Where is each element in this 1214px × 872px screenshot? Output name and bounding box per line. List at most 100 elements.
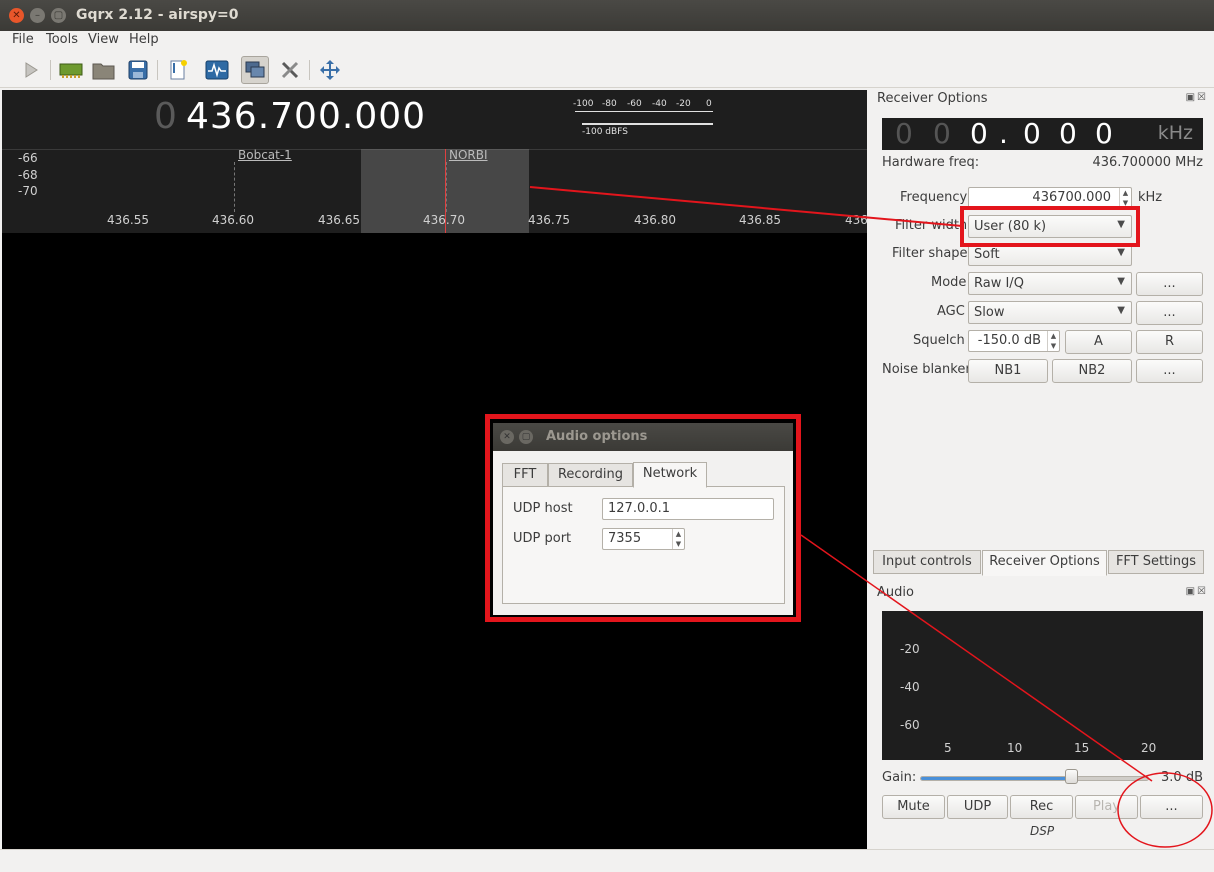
menu-view[interactable]: View (88, 32, 119, 47)
status-bar (0, 849, 1214, 872)
lcd-digit[interactable]: 0 (970, 117, 988, 150)
squelch-auto-button[interactable]: A (1065, 330, 1132, 354)
frequency-tick: 436.75 (528, 213, 570, 227)
bookmark-icon[interactable] (164, 56, 192, 84)
mode-select[interactable]: Raw I/Q ▼ (968, 272, 1132, 295)
menu-bar: File Tools View Help (0, 31, 1214, 51)
audio-fft-x-tick: 15 (1074, 741, 1090, 755)
filter-width-highlight (960, 206, 1140, 247)
tab-recording[interactable]: Recording (548, 463, 633, 487)
gain-label: Gain: (882, 770, 917, 785)
frequency-label: Frequency (900, 190, 968, 205)
squelch-input[interactable]: -150.0 dB ▲ ▼ (968, 330, 1060, 352)
gqrx-window: ✕ – ▢ Gqrx 2.12 - airspy=0 File Tools Vi… (0, 0, 1214, 872)
frequency-leading-digit[interactable]: 0 (154, 96, 177, 137)
hardware-freq-value: 436.700000 MHz (1092, 155, 1203, 170)
gain-slider[interactable] (920, 776, 1149, 781)
audio-fft-x-tick: 5 (944, 741, 952, 755)
frequency-tick: 436.70 (423, 213, 465, 227)
squelch-reset-button[interactable]: R (1136, 330, 1203, 354)
lcd-digit[interactable]: 0 (895, 117, 913, 150)
meter-tick: 0 (706, 99, 712, 109)
dock-float-close-icon[interactable]: ▣☒ (1186, 92, 1208, 103)
hardware-icon[interactable] (57, 56, 85, 84)
tab-fft[interactable]: FFT (502, 463, 548, 487)
lcd-digit[interactable]: 0 (1023, 117, 1041, 150)
menu-file[interactable]: File (12, 32, 34, 47)
settings-icon[interactable] (276, 56, 304, 84)
db-label: -68 (18, 168, 38, 182)
close-icon[interactable]: ✕ (500, 430, 514, 444)
mode-label: Mode (931, 275, 967, 290)
mode-options-button[interactable]: ... (1136, 272, 1203, 296)
squelch-label: Squelch (913, 333, 965, 348)
toolbar (0, 52, 1214, 88)
agc-select[interactable]: Slow ▼ (968, 301, 1132, 324)
tab-input-controls[interactable]: Input controls (873, 550, 981, 574)
gain-value: 3.0 dB (1161, 770, 1203, 785)
frequency-tick: 436.80 (634, 213, 676, 227)
dock-float-close-icon[interactable]: ▣☒ (1186, 586, 1208, 597)
audio-title: Audio (877, 585, 914, 600)
chevron-down-icon: ▼ (1117, 276, 1125, 287)
fullscreen-icon[interactable] (316, 56, 344, 84)
audio-fft-x-tick: 20 (1141, 741, 1157, 755)
nb2-button[interactable]: NB2 (1052, 359, 1132, 383)
tab-network[interactable]: Network (633, 462, 707, 488)
audio-fft-plot: -20 -40 -60 5 10 15 20 (882, 611, 1203, 760)
audio-options-dialog: ✕ ▢ Audio options FFT Recording Network … (493, 423, 793, 615)
agc-options-button[interactable]: ... (1136, 301, 1203, 325)
receiver-options-title: Receiver Options (877, 91, 988, 106)
lcd-digit[interactable]: 0 (1059, 117, 1077, 150)
frequency-unit: kHz (1138, 190, 1163, 205)
noise-blanker-label: Noise blanker (882, 362, 971, 377)
save-icon[interactable] (124, 56, 152, 84)
tab-fft-settings[interactable]: FFT Settings (1108, 550, 1204, 574)
meter-tick: -20 (676, 99, 691, 109)
audio-options-button[interactable]: ... (1140, 795, 1203, 819)
audio-fft-x-tick: 10 (1007, 741, 1023, 755)
agc-label: AGC (937, 304, 965, 319)
spectrum-display[interactable]: 0 436.700.000 -100 -80 -60 -40 -20 0 -10… (2, 90, 879, 233)
tab-receiver-options[interactable]: Receiver Options (982, 550, 1107, 576)
udp-port-input[interactable]: 7355 ▲ ▼ (602, 528, 685, 550)
maximize-icon[interactable]: ▢ (519, 430, 533, 444)
menu-tools[interactable]: Tools (46, 32, 78, 47)
gain-slider-handle[interactable] (1065, 769, 1079, 784)
menu-help[interactable]: Help (129, 32, 159, 47)
signal-level-bar (582, 123, 713, 125)
lcd-decimal-point: . (999, 117, 1008, 150)
gain-slider-fill (921, 777, 1073, 780)
bookmark-label[interactable]: Bobcat-1 (238, 148, 292, 162)
mute-button[interactable]: Mute (882, 795, 945, 819)
udp-host-input[interactable]: 127.0.0.1 (602, 498, 774, 520)
close-window-button[interactable]: ✕ (9, 8, 24, 23)
waveform-icon[interactable] (203, 56, 231, 84)
play-button[interactable]: Play (1075, 795, 1138, 819)
frequency-tick: 436.85 (739, 213, 781, 227)
title-bar: ✕ – ▢ Gqrx 2.12 - airspy=0 (0, 0, 1214, 31)
play-icon[interactable] (17, 56, 45, 84)
lcd-digit[interactable]: 0 (1095, 117, 1113, 150)
meter-tick: -100 (573, 99, 594, 109)
udp-button[interactable]: UDP (947, 795, 1008, 819)
db-label: -70 (18, 184, 38, 198)
bookmark-label[interactable]: NORBI (449, 148, 488, 162)
nb1-button[interactable]: NB1 (968, 359, 1048, 383)
remote-control-icon[interactable] (241, 56, 269, 84)
network-tab-panel: UDP host 127.0.0.1 UDP port 7355 ▲ ▼ (502, 486, 785, 604)
open-icon[interactable] (90, 56, 118, 84)
dialog-title: Audio options (546, 429, 648, 444)
frequency-readout[interactable]: 436.700.000 (186, 96, 426, 137)
receiver-offset-lcd[interactable]: 0 0 0 . 0 0 0 kHz (882, 117, 1203, 150)
record-button[interactable]: Rec (1010, 795, 1073, 819)
noise-blanker-options-button[interactable]: ... (1136, 359, 1203, 383)
minimize-window-button[interactable]: – (30, 8, 45, 23)
maximize-window-button[interactable]: ▢ (51, 8, 66, 23)
meter-scale (575, 111, 713, 112)
lcd-digit[interactable]: 0 (933, 117, 951, 150)
right-dock-panel: Receiver Options ▣☒ 0 0 0 . 0 0 0 kHz Ha… (869, 88, 1214, 849)
udp-port-label: UDP port (513, 531, 572, 546)
udp-host-label: UDP host (513, 501, 573, 516)
bookmark-marker (234, 162, 235, 212)
